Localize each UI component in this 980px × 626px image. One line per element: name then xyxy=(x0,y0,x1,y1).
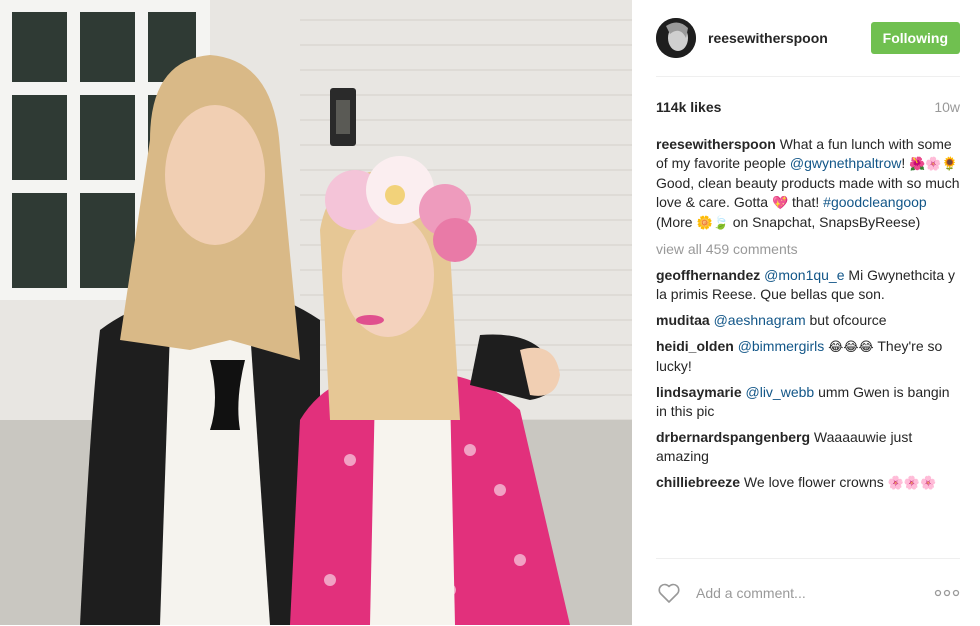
comment: chilliebreeze We love flower crowns 🌸🌸🌸 xyxy=(656,473,960,493)
likes-row: 114k likes 10w xyxy=(656,99,960,115)
comment: drbernardspangenberg Waaaauwie just amaz… xyxy=(656,428,960,466)
post-sidebar: reesewitherspoon Following 114k likes 10… xyxy=(632,0,980,625)
heart-icon[interactable] xyxy=(656,581,682,605)
avatar[interactable] xyxy=(656,18,696,58)
comment-mention[interactable]: @mon1qu_e xyxy=(764,267,844,283)
instagram-post: reesewitherspoon Following 114k likes 10… xyxy=(0,0,980,625)
comment-username[interactable]: lindsaymarie xyxy=(656,384,742,400)
post-age[interactable]: 10w xyxy=(934,99,960,115)
caption-text: that! xyxy=(788,194,824,210)
caption-username[interactable]: reesewitherspoon xyxy=(656,136,776,152)
username-link[interactable]: reesewitherspoon xyxy=(708,30,871,46)
likes-count[interactable]: 114k likes xyxy=(656,99,721,115)
caption-mention[interactable]: @gwynethpaltrow xyxy=(790,155,902,171)
comment: geoffhernandez @mon1qu_e Mi Gwynethcita … xyxy=(656,266,960,304)
caption-hashtag[interactable]: #goodcleangoop xyxy=(823,194,927,210)
comments-list: reesewitherspoon What a fun lunch with s… xyxy=(656,135,960,493)
comment: muditaa @aeshnagram but ofcource xyxy=(656,311,960,330)
caption-text: (More xyxy=(656,214,697,230)
heart-icon-svg xyxy=(658,583,680,603)
photo-illustration xyxy=(0,0,632,625)
comment-username[interactable]: geoffhernandez xyxy=(656,267,760,283)
caption-text: on Snapchat, SnapsByReese) xyxy=(728,214,921,230)
comment-mention[interactable]: @bimmergirls xyxy=(738,338,825,354)
comment-username[interactable]: drbernardspangenberg xyxy=(656,429,810,445)
caption-text: ! xyxy=(901,155,910,171)
comment-text: but ofcource xyxy=(805,312,887,328)
more-options-icon[interactable] xyxy=(932,581,960,605)
comment-mention[interactable]: @aeshnagram xyxy=(714,312,806,328)
caption-emoji: 💖 xyxy=(771,196,789,211)
comment-emoji: 😂😂😂 xyxy=(828,340,874,355)
caption-emoji: 🌼🍃 xyxy=(696,216,729,231)
post-header: reesewitherspoon Following xyxy=(656,0,960,77)
view-all-comments-link[interactable]: view all 459 comments xyxy=(656,240,960,259)
avatar-image xyxy=(656,18,696,58)
comment: heidi_olden @bimmergirls 😂😂😂 They're so … xyxy=(656,337,960,376)
caption-emoji: 🌺🌸🌻 xyxy=(909,157,958,172)
comment: lindsaymarie @liv_webb umm Gwen is bangi… xyxy=(656,383,960,421)
comment-text: We love flower crowns xyxy=(740,474,888,490)
caption: reesewitherspoon What a fun lunch with s… xyxy=(656,135,960,233)
comment-username[interactable]: muditaa xyxy=(656,312,710,328)
following-button[interactable]: Following xyxy=(870,22,960,54)
more-options-icon-svg xyxy=(934,589,960,596)
comment-username[interactable]: chilliebreeze xyxy=(656,474,740,490)
comment-username[interactable]: heidi_olden xyxy=(656,338,734,354)
comment-mention[interactable]: @liv_webb xyxy=(746,384,815,400)
add-comment-bar xyxy=(656,558,960,626)
add-comment-input[interactable] xyxy=(694,583,932,602)
comment-emoji: 🌸🌸🌸 xyxy=(887,476,937,491)
post-photo[interactable] xyxy=(0,0,632,625)
